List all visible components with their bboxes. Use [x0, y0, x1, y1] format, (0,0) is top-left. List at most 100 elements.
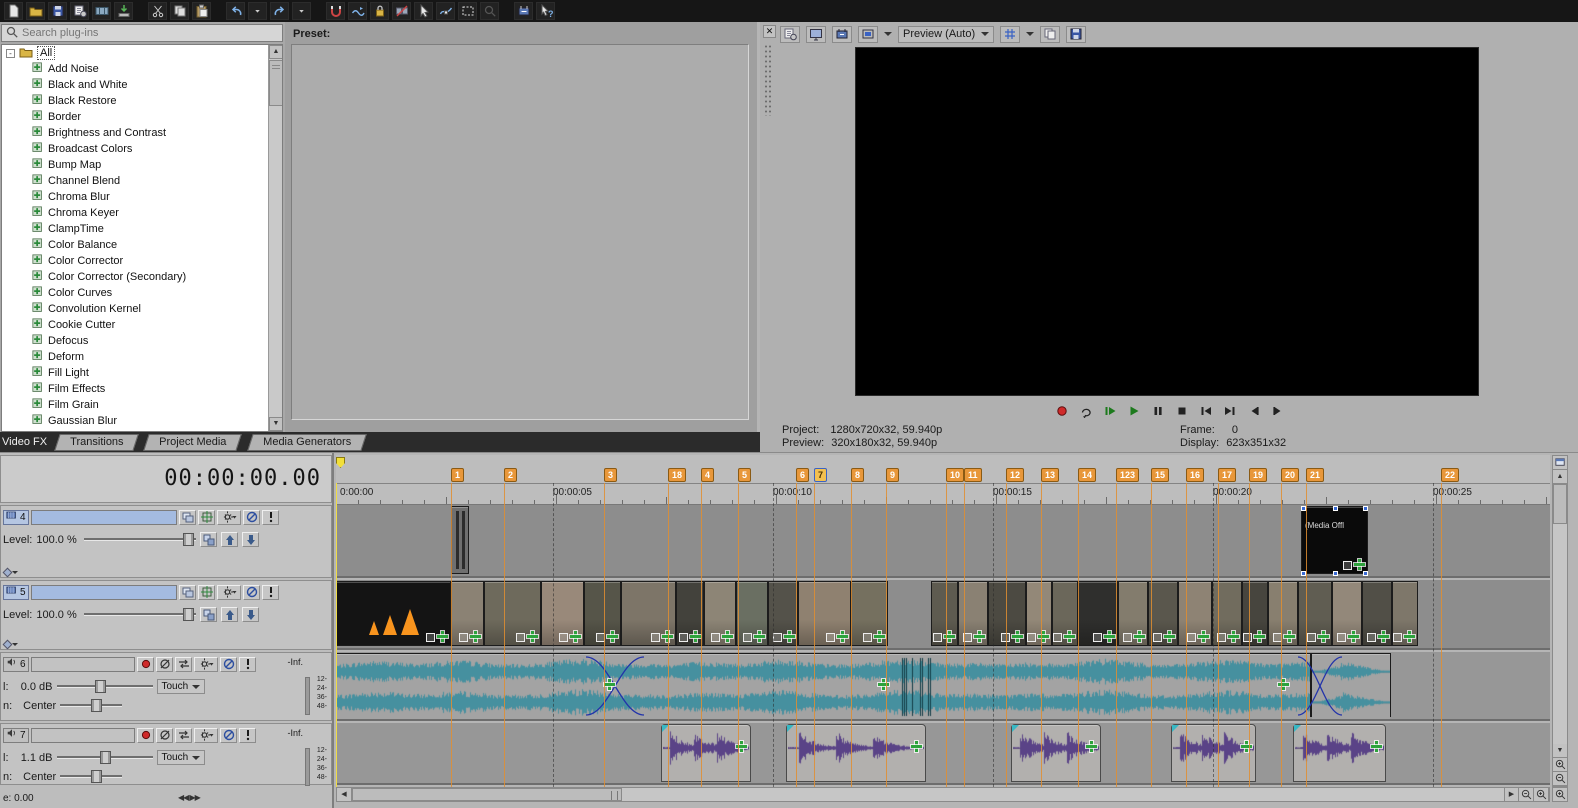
- video-event[interactable]: [451, 506, 469, 574]
- make-compositing-parent-button[interactable]: [221, 607, 239, 622]
- tree-scrollbar[interactable]: ▲ ▼: [268, 45, 282, 431]
- event-pan-crop-icon[interactable]: [559, 633, 568, 642]
- track-content-7[interactable]: [336, 723, 1550, 785]
- scroll-right-button[interactable]: ▶: [1504, 788, 1519, 801]
- event-pan-crop-icon[interactable]: [1243, 633, 1252, 642]
- fade-handle[interactable]: [1012, 725, 1019, 732]
- event-fx-icon[interactable]: [874, 631, 885, 642]
- event-fx-icon[interactable]: [662, 631, 673, 642]
- audio-event[interactable]: [1171, 724, 1256, 782]
- event-fx-icon[interactable]: [911, 741, 922, 752]
- event-pan-crop-icon[interactable]: [1217, 633, 1226, 642]
- redo-icon[interactable]: [270, 2, 289, 20]
- video-event[interactable]: [336, 581, 451, 646]
- play-from-start-button[interactable]: [1100, 403, 1120, 419]
- video-event[interactable]: [704, 581, 736, 646]
- event-fx-icon[interactable]: [437, 631, 448, 642]
- fade-handle[interactable]: [787, 725, 794, 732]
- video-event[interactable]: [676, 581, 704, 646]
- event-pan-crop-icon[interactable]: [1001, 633, 1010, 642]
- event-fx-icon[interactable]: [837, 631, 848, 642]
- event-fx-icon[interactable]: [1064, 631, 1075, 642]
- marker-bar[interactable]: 1 2 3 18 4 5 6 7 8 9 10 11 12 13 14 123 15 16 17 19 20 21 22: [336, 455, 1550, 483]
- tab-video-fx[interactable]: Video FX: [0, 434, 57, 450]
- project-video-properties-icon[interactable]: [780, 25, 800, 43]
- plugin-item-broadcast-colors[interactable]: Broadcast Colors: [2, 141, 268, 157]
- selection-handle[interactable]: [1363, 506, 1368, 511]
- record-button[interactable]: [1052, 403, 1072, 419]
- horizontal-scrollbar-thumb[interactable]: [352, 788, 622, 801]
- track-number-box[interactable]: 5: [3, 584, 29, 600]
- video-event[interactable]: [1052, 581, 1078, 646]
- event-pan-crop-icon[interactable]: [1093, 633, 1102, 642]
- track-fx-button[interactable]: [194, 727, 218, 743]
- video-event[interactable]: [1078, 581, 1118, 646]
- video-event[interactable]: [1026, 581, 1052, 646]
- scroll-down-button[interactable]: ▼: [269, 417, 282, 431]
- track-content-5[interactable]: [336, 580, 1550, 650]
- scroll-up-button[interactable]: ▲: [269, 45, 282, 59]
- preview-quality-dropdown[interactable]: Preview (Auto): [898, 25, 995, 43]
- event-pan-crop-icon[interactable]: [426, 633, 435, 642]
- event-pan-crop-icon[interactable]: [679, 633, 688, 642]
- plugin-item-black-restore[interactable]: Black Restore: [2, 93, 268, 109]
- event-pan-crop-icon[interactable]: [459, 633, 468, 642]
- video-event[interactable]: [621, 581, 676, 646]
- plugin-item-chroma-blur[interactable]: Chroma Blur: [2, 189, 268, 205]
- plugin-item-fill-light[interactable]: Fill Light: [2, 365, 268, 381]
- solo-button[interactable]: [262, 584, 279, 600]
- track-name-field[interactable]: [31, 727, 135, 743]
- event-pan-crop-icon[interactable]: [863, 633, 872, 642]
- event-pan-crop-icon[interactable]: [743, 633, 752, 642]
- event-pan-crop-icon[interactable]: [1343, 561, 1352, 570]
- track-header-5[interactable]: 5 Level: 100.0 %: [0, 580, 332, 650]
- bypass-motion-blur-button[interactable]: [179, 584, 196, 600]
- media-offline-event[interactable]: (Media Offl: [1301, 506, 1368, 576]
- plugin-search-box[interactable]: [1, 24, 283, 42]
- tree-root-all[interactable]: - All: [2, 45, 268, 61]
- timeline-marker-3[interactable]: 3: [604, 468, 618, 482]
- invert-phase-button[interactable]: [156, 727, 173, 743]
- pan-slider-handle[interactable]: [91, 699, 103, 712]
- go-to-start-button[interactable]: [1196, 403, 1216, 419]
- dock-grip[interactable]: [764, 44, 771, 116]
- scroll-down-button[interactable]: ▼: [1553, 744, 1567, 758]
- event-fx-icon[interactable]: [1198, 631, 1209, 642]
- video-event[interactable]: [1392, 581, 1418, 646]
- compositing-mode-button[interactable]: [200, 607, 218, 622]
- make-compositing-child-button[interactable]: [242, 532, 260, 547]
- audio-event[interactable]: [1293, 724, 1386, 782]
- tree-scrollbar-thumb[interactable]: [269, 60, 282, 106]
- level-slider[interactable]: [84, 533, 197, 546]
- timeline-marker-15[interactable]: 15: [1151, 468, 1170, 482]
- solo-button[interactable]: [239, 656, 256, 672]
- event-fx-icon[interactable]: [754, 631, 765, 642]
- save-snapshot-icon[interactable]: [1066, 25, 1087, 43]
- video-event[interactable]: [798, 581, 851, 646]
- plugin-item-color-curves[interactable]: Color Curves: [2, 285, 268, 301]
- mute-button[interactable]: [243, 584, 260, 600]
- event-fx-icon[interactable]: [1254, 631, 1265, 642]
- split-screen-view-icon[interactable]: [858, 25, 878, 43]
- copy-icon[interactable]: [170, 2, 189, 20]
- horizontal-scrollbar[interactable]: ◀ ▶: [336, 787, 1550, 802]
- zoom-out-time-button[interactable]: [1519, 788, 1534, 801]
- dock-window-button[interactable]: [1553, 456, 1567, 470]
- timeline-marker-4[interactable]: 4: [701, 468, 715, 482]
- timeline-marker-22[interactable]: 22: [1441, 468, 1460, 482]
- save-project-icon[interactable]: [48, 2, 67, 20]
- playback-rate-value[interactable]: e: 0.00: [3, 793, 34, 804]
- event-fx-icon[interactable]: [878, 679, 889, 690]
- audio-event[interactable]: [336, 653, 1311, 719]
- audio-event[interactable]: [1311, 653, 1391, 719]
- compositing-mode-button[interactable]: [200, 532, 218, 547]
- event-fx-icon[interactable]: [1104, 631, 1115, 642]
- scroll-left-button[interactable]: ◀: [337, 788, 352, 801]
- play-button[interactable]: [1124, 403, 1144, 419]
- event-fx-icon[interactable]: [1241, 741, 1252, 752]
- video-event[interactable]: [1332, 581, 1362, 646]
- timeline-marker-12[interactable]: 12: [1006, 468, 1025, 482]
- timeline-marker-2[interactable]: 2: [504, 468, 518, 482]
- timeline-marker-123[interactable]: 123: [1116, 468, 1140, 482]
- level-slider-handle[interactable]: [182, 533, 194, 546]
